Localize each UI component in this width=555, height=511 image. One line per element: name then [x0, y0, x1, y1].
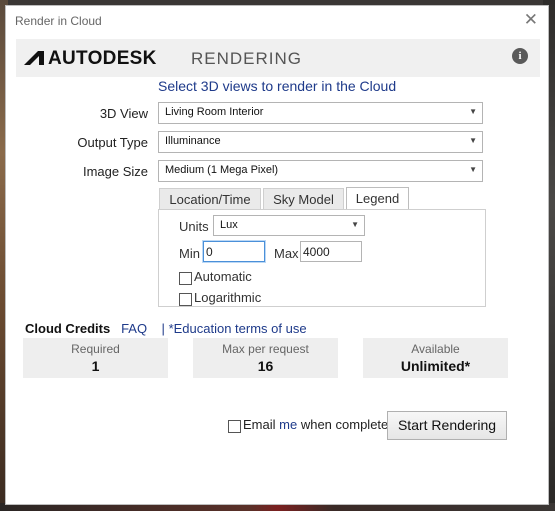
available-stat: Available Unlimited*	[363, 338, 508, 378]
render-in-cloud-dialog: Render in Cloud ✕ AUTODESK RENDERING i S…	[5, 5, 549, 505]
required-value: 1	[91, 358, 100, 374]
image-size-label: Image Size	[82, 164, 148, 179]
3d-view-value: Living Room Interior	[165, 106, 264, 118]
cloud-credits-row: Cloud Credits FAQ | *Education terms of …	[25, 321, 307, 336]
required-label: Required	[71, 342, 120, 356]
logarithmic-label: Logarithmic	[194, 290, 262, 305]
output-type-value: Illuminance	[165, 135, 221, 147]
title-bar: Render in Cloud ✕	[6, 6, 548, 36]
units-select[interactable]: Lux ▼	[213, 215, 365, 236]
tab-sky-model[interactable]: Sky Model	[263, 188, 344, 210]
chevron-down-icon: ▼	[469, 107, 477, 116]
min-label: Min	[179, 246, 200, 261]
chevron-down-icon: ▼	[351, 220, 359, 229]
image-size-value: Medium (1 Mega Pixel)	[165, 164, 279, 176]
email-me-text: me	[279, 417, 298, 432]
image-size-select[interactable]: Medium (1 Mega Pixel) ▼	[158, 160, 483, 182]
close-icon[interactable]: ✕	[524, 11, 538, 29]
when-complete-text: when complete	[300, 417, 389, 432]
email-label: Email me when complete	[243, 417, 388, 432]
tab-legend[interactable]: Legend	[346, 187, 409, 210]
autodesk-logo-icon	[24, 51, 44, 65]
3d-view-select[interactable]: Living Room Interior ▼	[158, 102, 483, 124]
start-rendering-button[interactable]: Start Rendering	[387, 411, 507, 440]
max-per-request-stat: Max per request 16	[193, 338, 338, 378]
3d-view-label: 3D View	[99, 106, 148, 121]
product-name: RENDERING	[191, 49, 303, 68]
autodesk-logo-text: AUTODESK	[48, 48, 157, 69]
output-type-select[interactable]: Illuminance ▼	[158, 131, 483, 153]
available-label: Available	[411, 342, 460, 356]
cloud-credits-title: Cloud Credits	[25, 321, 111, 336]
units-label: Units	[179, 219, 209, 234]
separator: |	[161, 321, 165, 336]
chevron-down-icon: ▼	[469, 165, 477, 174]
required-stat: Required 1	[23, 338, 168, 378]
tab-location-time[interactable]: Location/Time	[159, 188, 261, 210]
chevron-down-icon: ▼	[469, 136, 477, 145]
max-label: Max	[274, 246, 299, 261]
available-value: Unlimited*	[400, 358, 471, 374]
max-per-request-value: 16	[257, 358, 274, 374]
faq-link[interactable]: FAQ	[121, 321, 147, 336]
window-title: Render in Cloud	[15, 14, 102, 28]
units-value: Lux	[220, 219, 238, 231]
email-text: Email	[243, 417, 276, 432]
brand-bar: AUTODESK RENDERING i	[16, 39, 540, 77]
education-terms-link[interactable]: *Education terms of use	[169, 321, 307, 336]
max-per-request-label: Max per request	[222, 342, 309, 356]
automatic-checkbox[interactable]	[179, 272, 192, 285]
output-type-label: Output Type	[77, 135, 148, 150]
page-heading: Select 3D views to render in the Cloud	[158, 78, 397, 94]
email-checkbox[interactable]	[228, 420, 241, 433]
legend-panel: Units Lux ▼ Min Max Automatic Logarithmi…	[158, 209, 486, 307]
max-input[interactable]	[300, 241, 362, 262]
logarithmic-checkbox[interactable]	[179, 293, 192, 306]
info-icon[interactable]: i	[512, 48, 528, 64]
automatic-label: Automatic	[194, 269, 252, 284]
min-input[interactable]	[203, 241, 265, 262]
